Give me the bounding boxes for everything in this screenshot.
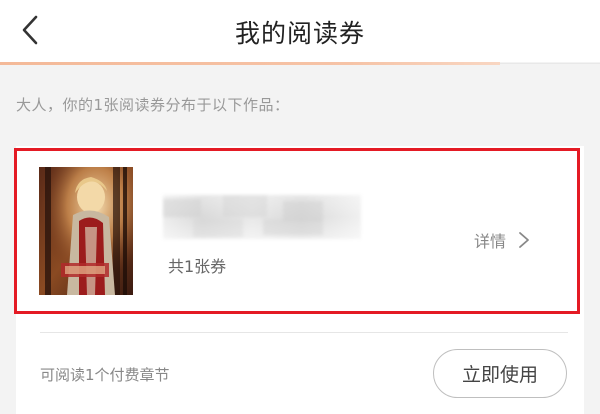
page: 我的阅读券 大人，你的1张阅读券分布于以下作品： 共1张券 详情 可阅读1个付费… — [0, 0, 600, 414]
use-now-button[interactable]: 立即使用 — [433, 349, 567, 398]
card-divider — [40, 332, 568, 333]
header-underline — [0, 62, 500, 65]
highlight-box — [14, 148, 580, 314]
header: 我的阅读券 — [0, 0, 600, 62]
intro-text: 大人，你的1张阅读券分布于以下作品： — [16, 96, 290, 114]
page-title: 我的阅读券 — [234, 19, 365, 48]
header-divider — [500, 63, 600, 64]
readable-chapters-text: 可阅读1个付费章节 — [40, 366, 170, 384]
